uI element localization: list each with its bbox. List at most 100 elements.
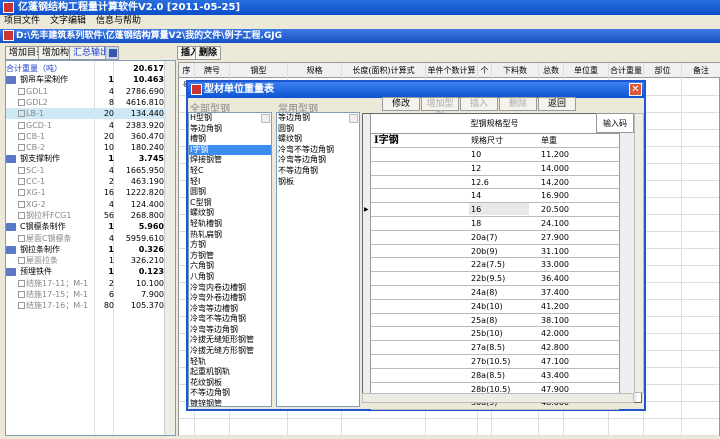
tree-item[interactable]: LB-1 20 134.440 — [6, 108, 166, 120]
profile-type-item[interactable]: 方钢管 — [189, 251, 271, 262]
grid-header[interactable]: 钢型 — [230, 63, 288, 78]
profile-type-item[interactable]: 螺纹钢 — [277, 134, 359, 145]
checkbox[interactable] — [18, 98, 25, 106]
profile-type-item[interactable]: 焊接钢管 — [189, 155, 271, 166]
profile-type-item[interactable]: 六角钢 — [189, 261, 271, 272]
dialog-delete-button[interactable]: 删除 — [499, 97, 537, 111]
grid-header[interactable]: 规格 — [288, 63, 342, 78]
profile-type-item[interactable]: 冷弯不等边角钢 — [189, 314, 271, 325]
spec-row[interactable]: 22b(9.5) 36.400 — [371, 272, 619, 286]
tree-item[interactable]: 预埋铁件 1 0.123 — [6, 266, 166, 277]
tree-item[interactable]: GDL2 8 4616.810 — [6, 97, 166, 108]
profile-type-item[interactable]: 八角钢 — [189, 272, 271, 283]
grid-header[interactable]: 部位 — [644, 63, 682, 78]
menu-help[interactable]: 信息与帮助 — [96, 15, 141, 28]
profile-type-item[interactable]: 轻I — [189, 177, 271, 188]
spec-row[interactable]: 24a(8) 37.400 — [371, 286, 619, 300]
profile-type-item[interactable]: 轻轨槽钢 — [189, 219, 271, 230]
spec-row[interactable]: 12.6 14.200 — [371, 176, 619, 190]
tree-item[interactable]: XG-1 16 1222.820 — [6, 187, 166, 198]
profile-type-item[interactable]: 钢板 — [277, 177, 359, 188]
spec-row[interactable]: ▶ 16 20.500 — [364, 203, 619, 217]
spec-row[interactable]: 25b(10) 42.000 — [371, 327, 619, 342]
profile-type-item[interactable]: 螺纹钢 — [189, 208, 271, 219]
checkbox[interactable] — [18, 144, 25, 152]
profile-type-item[interactable]: 槽钢 — [189, 134, 271, 145]
add-profile-button[interactable]: 增加型钢 — [421, 97, 459, 121]
tree-item[interactable]: 合计重量（吨） 20.617 — [6, 63, 166, 74]
spec-row[interactable]: 22a(7.5) 33.000 — [371, 258, 619, 273]
tree-item[interactable]: GCD-1 4 2383.920 — [6, 120, 166, 131]
checkbox[interactable] — [18, 257, 25, 265]
spec-row[interactable]: 20a(7) 27.900 — [371, 231, 619, 245]
spec-row[interactable]: 10 11.200 — [371, 148, 619, 162]
menu-edit[interactable]: 文字编辑 — [50, 15, 86, 28]
profile-type-item[interactable]: 冷弯等边槽钢 — [189, 304, 271, 315]
grid-header[interactable]: 单位重 — [564, 63, 609, 78]
spec-row[interactable]: 25a(8) 38.100 — [371, 314, 619, 328]
checkbox[interactable] — [18, 200, 25, 208]
spec-row[interactable]: 20b(9) 31.100 — [371, 245, 619, 259]
delete-button[interactable]: 删除 — [195, 46, 222, 60]
tree-item[interactable]: CB-2 10 180.240 — [6, 142, 166, 153]
profile-type-item[interactable]: 轻轨 — [189, 357, 271, 368]
tree-item[interactable]: 结施17-15；M-1 6 7.900 — [6, 289, 166, 300]
tree-item[interactable]: 钢吊车梁制作 1 10.463 — [6, 74, 166, 85]
profile-type-item[interactable]: C型钢 — [189, 198, 271, 209]
grid-header[interactable]: 个数 — [478, 63, 492, 90]
grid-header[interactable]: 合计重量 — [609, 63, 644, 78]
grid-header[interactable]: 总数 — [539, 63, 564, 78]
profile-type-item[interactable]: I字钢 — [189, 144, 271, 156]
all-types-list[interactable]: H型钢 等边角钢 槽钢 I字钢 焊接钢管 轻C 轻I 圆钢 C型钢 螺纹钢 轻轨槽钢 热轧扁钢 方钢 方钢… — [188, 112, 272, 407]
checkbox[interactable] — [18, 87, 25, 95]
spec-row[interactable]: 24b(10) 41.200 — [371, 300, 619, 314]
profile-type-item[interactable]: 花纹钢板 — [189, 378, 271, 389]
common-types-list[interactable]: 等边角钢 圆钢 螺纹钢 冷弯不等边角钢 冷弯等边角钢 不等边角钢 钢板 — [276, 112, 360, 407]
profile-type-item[interactable]: 等边角钢 — [189, 124, 271, 135]
profile-type-item[interactable]: 轻C — [189, 166, 271, 177]
save-icon[interactable] — [105, 46, 119, 60]
spec-row[interactable]: 14 16.900 — [371, 189, 619, 204]
grid-header[interactable]: 单件个数计算式 — [426, 63, 478, 90]
tree-item[interactable]: 钢支撑制作 1 3.745 — [6, 153, 166, 164]
profile-type-item[interactable]: 起重机钢轨 — [189, 367, 271, 378]
profile-type-item[interactable]: 冷弯等边角钢 — [189, 325, 271, 336]
profile-type-item[interactable]: 冷弯不等边角钢 — [277, 145, 359, 156]
spec-row[interactable]: 27a(8.5) 42.800 — [371, 341, 619, 355]
profile-type-item[interactable]: 冷弯外卷边槽钢 — [189, 293, 271, 304]
table-scrollbar-v[interactable] — [634, 113, 644, 393]
tree-item[interactable]: CC-1 2 463.190 — [6, 176, 166, 187]
profile-type-item[interactable]: 冷弯内卷边槽钢 — [189, 283, 271, 294]
checkbox[interactable] — [18, 110, 25, 118]
tree-item[interactable]: 结施17-11；M-1 2 10.100 — [6, 278, 166, 289]
grid-header[interactable]: 备注 — [682, 63, 720, 78]
profile-type-item[interactable]: 冷拔无缝矩形钢管 — [189, 335, 271, 346]
profile-type-item[interactable]: 热轧扁钢 — [189, 230, 271, 241]
profile-type-item[interactable]: 等边角钢 — [277, 113, 359, 124]
profile-type-item[interactable]: 圆钢 — [277, 124, 359, 135]
scroll-button[interactable] — [349, 114, 358, 123]
checkbox[interactable] — [18, 189, 25, 197]
spec-row[interactable]: 18 24.100 — [371, 217, 619, 231]
tree-item[interactable]: 结施17-16；M-1 80 105.370 — [6, 300, 166, 311]
grid-header[interactable]: 牌号 — [195, 63, 230, 78]
profile-type-item[interactable]: H型钢 — [189, 113, 271, 124]
tree-item[interactable]: 屋面C钢檩条 4 5959.610 — [6, 233, 166, 244]
tree-item[interactable]: CB-1 20 360.470 — [6, 131, 166, 142]
checkbox[interactable] — [18, 178, 25, 185]
profile-type-item[interactable]: 冷拔无缝方形钢管 — [189, 346, 271, 357]
tree-item[interactable]: SC-1 4 1665.950 — [6, 165, 166, 176]
checkbox[interactable] — [18, 211, 25, 219]
checkbox[interactable] — [18, 234, 25, 242]
grid-header[interactable]: 下料数m(m2) — [492, 63, 539, 90]
profile-type-item[interactable]: 不等边角钢 — [189, 388, 271, 399]
menu-project[interactable]: 项目文件 — [4, 15, 40, 28]
scroll-button[interactable] — [261, 114, 270, 123]
tree-item[interactable]: 钢拉条制作 1 0.326 — [6, 244, 166, 255]
grid-header[interactable]: 序号 — [179, 63, 195, 90]
close-icon[interactable]: ✕ — [629, 83, 642, 96]
checkbox[interactable] — [18, 279, 25, 287]
grid-header[interactable]: 长度(面积)计算式 — [342, 63, 426, 78]
tree-item[interactable]: GDL1 4 2786.690 — [6, 86, 166, 97]
checkbox[interactable] — [18, 291, 25, 298]
